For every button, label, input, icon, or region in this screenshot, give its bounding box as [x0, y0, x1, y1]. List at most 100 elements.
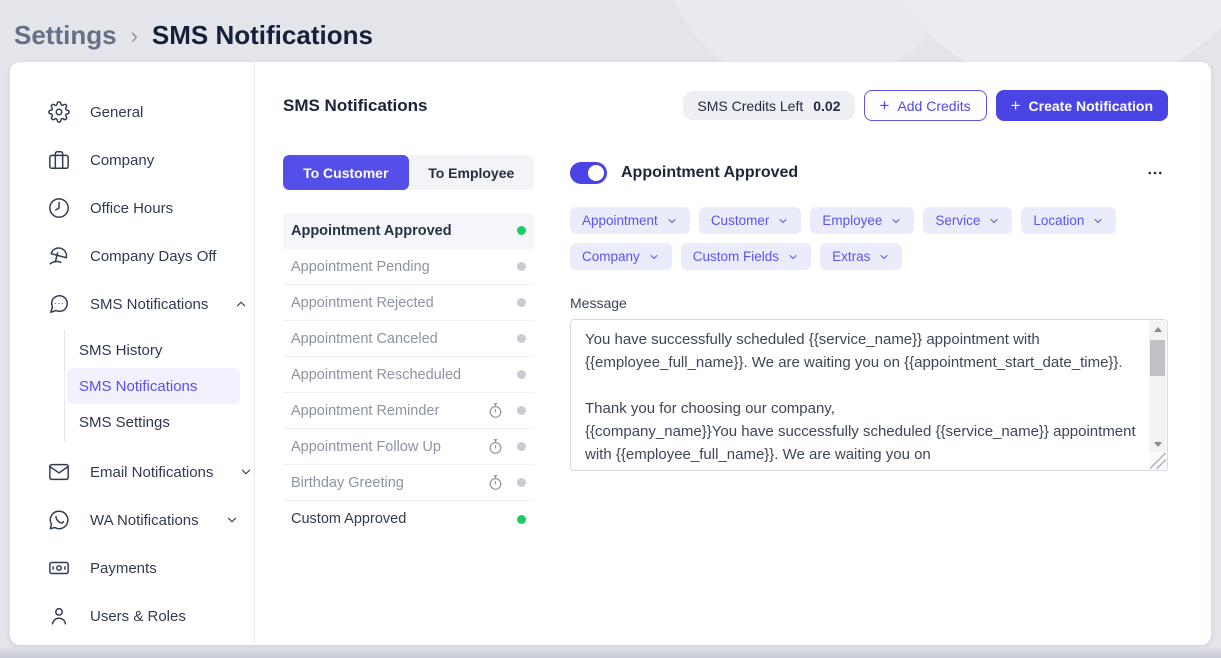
sidebar-item-label: SMS Notifications — [90, 296, 208, 313]
placeholder-chip-location[interactable]: Location — [1021, 207, 1116, 234]
status-dot-on — [517, 515, 526, 524]
sms-credits-badge: SMS Credits Left 0.02 — [683, 91, 854, 120]
status-dot-off — [517, 298, 526, 307]
page-title: SMS Notifications — [152, 20, 373, 51]
sidebar-item-payments[interactable]: Payments — [10, 544, 254, 592]
notification-list: Appointment Approved Appointment Pending… — [283, 213, 534, 537]
sms-notifications-panel: SMS Notifications SMS Credits Left 0.02 … — [255, 62, 1211, 645]
sms-credits-label: SMS Credits Left — [697, 98, 803, 114]
plus-icon: + — [880, 97, 890, 114]
sidebar-item-office-hours[interactable]: Office Hours — [10, 184, 254, 232]
status-dot-off — [517, 442, 526, 451]
briefcase-icon — [48, 149, 70, 171]
notification-item-custom-approved[interactable]: Custom Approved — [283, 501, 534, 537]
scroll-up-arrow[interactable] — [1149, 321, 1166, 337]
sidebar-subitem-sms-notifications[interactable]: SMS Notifications — [67, 368, 240, 404]
notification-item-appointment-approved[interactable]: Appointment Approved — [283, 213, 534, 249]
sms-notifications-submenu: SMS History SMS Notifications SMS Settin… — [64, 330, 254, 442]
placeholder-chip-custom-fields[interactable]: Custom Fields — [681, 243, 811, 270]
notification-item-appointment-follow-up[interactable]: Appointment Follow Up — [283, 429, 534, 465]
notification-item-birthday-greeting[interactable]: Birthday Greeting — [283, 465, 534, 501]
chevron-up-icon — [234, 297, 248, 311]
panel-body: To Customer To Employee Appointment Appr… — [283, 155, 1168, 537]
chevron-down-icon — [239, 465, 253, 479]
beach-umbrella-icon — [48, 245, 70, 267]
chevron-down-icon — [878, 251, 890, 263]
textarea-scrollbar[interactable] — [1149, 321, 1166, 452]
stopwatch-icon — [487, 438, 504, 455]
clock-icon — [48, 197, 70, 219]
placeholder-chip-employee[interactable]: Employee — [810, 207, 914, 234]
sidebar-item-label: Payments — [90, 560, 157, 577]
scroll-down-arrow[interactable] — [1149, 436, 1166, 452]
sidebar-item-label: Company Days Off — [90, 248, 216, 265]
settings-card: General Company Office Hours Company Day… — [10, 62, 1211, 645]
tab-to-customer[interactable]: To Customer — [283, 155, 409, 190]
status-dot-off — [517, 262, 526, 271]
ellipsis-icon — [1146, 164, 1164, 182]
sidebar-item-label: General — [90, 104, 143, 121]
message-text: You have successfully scheduled {{servic… — [571, 320, 1148, 470]
sidebar-subitem-sms-settings[interactable]: SMS Settings — [67, 404, 240, 440]
resize-grip[interactable] — [1150, 453, 1166, 469]
chevron-down-icon — [988, 215, 1000, 227]
sidebar-item-sms-notifications[interactable]: SMS Notifications — [10, 280, 254, 328]
sms-credits-value: 0.02 — [813, 98, 840, 114]
sidebar-subitem-sms-history[interactable]: SMS History — [67, 332, 240, 368]
panel-header: SMS Notifications SMS Credits Left 0.02 … — [283, 90, 1168, 121]
editor-header: Appointment Approved — [570, 155, 1168, 190]
envelope-icon — [48, 461, 70, 483]
sidebar-item-general[interactable]: General — [10, 88, 254, 136]
header-actions: SMS Credits Left 0.02 + Add Credits + Cr… — [683, 90, 1168, 121]
chevron-down-icon — [777, 215, 789, 227]
sidebar-item-company[interactable]: Company — [10, 136, 254, 184]
notification-item-appointment-rejected[interactable]: Appointment Rejected — [283, 285, 534, 321]
plus-icon: + — [1011, 97, 1021, 114]
add-credits-button[interactable]: + Add Credits — [864, 90, 987, 121]
status-dot-off — [517, 478, 526, 487]
recipient-tabs: To Customer To Employee — [283, 155, 534, 190]
stopwatch-icon — [487, 474, 504, 491]
placeholder-chip-customer[interactable]: Customer — [699, 207, 802, 234]
sidebar-item-users-roles[interactable]: Users & Roles — [10, 592, 254, 640]
user-icon — [48, 605, 70, 627]
chevron-down-icon — [787, 251, 799, 263]
banknote-icon — [48, 557, 70, 579]
settings-sidebar: General Company Office Hours Company Day… — [10, 62, 255, 645]
sidebar-item-label: Office Hours — [90, 200, 173, 217]
gear-icon — [48, 101, 70, 123]
sidebar-item-company-days-off[interactable]: Company Days Off — [10, 232, 254, 280]
notification-item-appointment-canceled[interactable]: Appointment Canceled — [283, 321, 534, 357]
placeholder-chip-appointment[interactable]: Appointment — [570, 207, 690, 234]
panel-title: SMS Notifications — [283, 96, 428, 116]
placeholder-chip-service[interactable]: Service — [923, 207, 1012, 234]
notification-editor: Appointment Approved Appointment Custome… — [570, 155, 1168, 537]
sidebar-item-label: Email Notifications — [90, 464, 213, 481]
chevron-down-icon — [225, 513, 239, 527]
create-notification-button[interactable]: + Create Notification — [996, 90, 1168, 121]
scrollbar-thumb[interactable] — [1150, 340, 1165, 376]
sidebar-item-email-notifications[interactable]: Email Notifications — [10, 448, 254, 496]
stopwatch-icon — [487, 402, 504, 419]
notification-item-appointment-pending[interactable]: Appointment Pending — [283, 249, 534, 285]
status-dot-on — [517, 226, 526, 235]
breadcrumb-separator: › — [131, 21, 138, 49]
notification-enabled-toggle[interactable] — [570, 162, 607, 184]
chevron-down-icon — [1092, 215, 1104, 227]
tab-to-employee[interactable]: To Employee — [409, 155, 535, 190]
page-bottom-edge — [0, 648, 1221, 658]
sidebar-item-label: Company — [90, 152, 154, 169]
notification-item-appointment-reminder[interactable]: Appointment Reminder — [283, 393, 534, 429]
sidebar-item-label: Users & Roles — [90, 608, 186, 625]
chevron-down-icon — [666, 215, 678, 227]
more-options-button[interactable] — [1142, 160, 1168, 186]
sidebar-item-wa-notifications[interactable]: WA Notifications — [10, 496, 254, 544]
notification-item-appointment-rescheduled[interactable]: Appointment Rescheduled — [283, 357, 534, 393]
message-textarea[interactable]: You have successfully scheduled {{servic… — [570, 319, 1168, 471]
placeholder-chip-company[interactable]: Company — [570, 243, 672, 270]
breadcrumb-settings-link[interactable]: Settings — [14, 20, 117, 51]
placeholder-chip-extras[interactable]: Extras — [820, 243, 902, 270]
chat-bubble-icon — [48, 293, 70, 315]
chevron-down-icon — [890, 215, 902, 227]
status-dot-off — [517, 334, 526, 343]
